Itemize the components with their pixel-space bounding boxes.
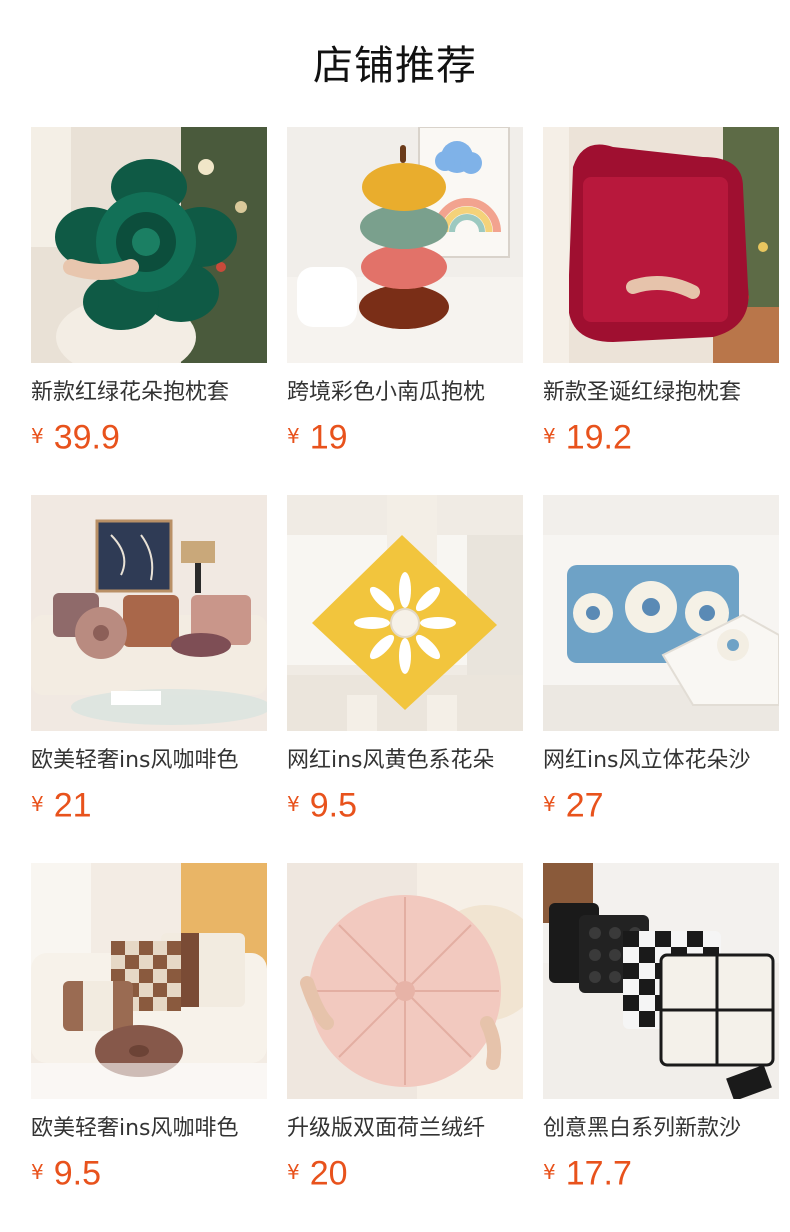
product-image-pink-round-pillow[interactable] <box>287 863 523 1099</box>
currency-symbol: ¥ <box>31 791 44 816</box>
product-card[interactable]: 跨境彩色小南瓜抱枕 ¥19 <box>287 127 523 495</box>
product-price: ¥19 <box>287 417 523 457</box>
product-name[interactable]: 新款红绿花朵抱枕套 <box>31 377 267 409</box>
product-price: ¥9.5 <box>287 785 523 825</box>
product-image-red-ruffle-pillow[interactable] <box>543 127 779 363</box>
product-image-black-white-pillows[interactable] <box>543 863 779 1099</box>
currency-symbol: ¥ <box>543 1159 556 1184</box>
product-price: ¥20 <box>287 1153 523 1193</box>
product-price: ¥17.7 <box>543 1153 779 1193</box>
product-card[interactable]: 创意黑白系列新款沙 ¥17.7 <box>543 863 779 1231</box>
product-price: ¥19.2 <box>543 417 779 457</box>
product-card[interactable]: 网红ins风立体花朵沙 ¥27 <box>543 495 779 863</box>
currency-symbol: ¥ <box>287 423 300 448</box>
product-price: ¥21 <box>31 785 267 825</box>
product-image-living-room-pillows[interactable] <box>31 495 267 731</box>
product-card[interactable]: 欧美轻奢ins风咖啡色 ¥9.5 <box>31 863 267 1231</box>
product-grid: 新款红绿花朵抱枕套 ¥39.9 跨境彩色小南瓜抱枕 ¥ 19 新款圣诞红绿抱枕套… <box>31 127 790 1231</box>
product-image-stacked-pumpkin-pillows[interactable] <box>287 127 523 363</box>
product-price: ¥27 <box>543 785 779 825</box>
product-image-blue-flower-pillow[interactable] <box>543 495 779 731</box>
currency-symbol: ¥ <box>543 423 556 448</box>
product-card[interactable]: 升级版双面荷兰绒纤 ¥20 <box>287 863 523 1231</box>
product-name[interactable]: 升级版双面荷兰绒纤 <box>287 1113 523 1145</box>
currency-symbol: ¥ <box>31 423 44 448</box>
product-image-brown-check-pillows[interactable] <box>31 863 267 1099</box>
product-price: ¥9.5 <box>31 1153 267 1193</box>
price-value: 9.5 <box>53 1154 101 1193</box>
product-price: ¥39.9 <box>31 417 267 457</box>
product-name[interactable]: 欧美轻奢ins风咖啡色 <box>31 745 267 777</box>
product-card[interactable]: 新款圣诞红绿抱枕套 ¥19.2 <box>543 127 779 495</box>
price-value: 19.2 <box>565 418 632 457</box>
product-name[interactable]: 欧美轻奢ins风咖啡色 <box>31 1113 267 1145</box>
product-name[interactable]: 网红ins风黄色系花朵 <box>287 745 523 777</box>
currency-symbol: ¥ <box>287 1159 300 1184</box>
product-name[interactable]: 跨境彩色小南瓜抱枕 <box>287 377 523 409</box>
product-card[interactable]: 网红ins风黄色系花朵 ¥9.5 <box>287 495 523 863</box>
currency-symbol: ¥ <box>543 791 556 816</box>
price-value: 27 <box>565 786 604 825</box>
currency-symbol: ¥ <box>31 1159 44 1184</box>
product-name[interactable]: 创意黑白系列新款沙 <box>543 1113 779 1145</box>
price-value: 21 <box>53 786 92 825</box>
product-image-yellow-daisy-pillow[interactable] <box>287 495 523 731</box>
section-title: 店铺推荐 <box>313 43 477 89</box>
price-value: 19 <box>309 418 348 457</box>
product-name[interactable]: 网红ins风立体花朵沙 <box>543 745 779 777</box>
price-value: 20 <box>309 1154 348 1193</box>
product-card[interactable]: 新款红绿花朵抱枕套 ¥39.9 <box>31 127 267 495</box>
product-name[interactable]: 新款圣诞红绿抱枕套 <box>543 377 779 409</box>
price-value: 39.9 <box>53 418 120 457</box>
product-card[interactable]: 欧美轻奢ins风咖啡色 ¥21 <box>31 495 267 863</box>
product-image-green-flower-pillow[interactable] <box>31 127 267 363</box>
price-value: 9.5 <box>309 786 357 825</box>
price-value: 17.7 <box>565 1154 632 1193</box>
currency-symbol: ¥ <box>287 791 300 816</box>
